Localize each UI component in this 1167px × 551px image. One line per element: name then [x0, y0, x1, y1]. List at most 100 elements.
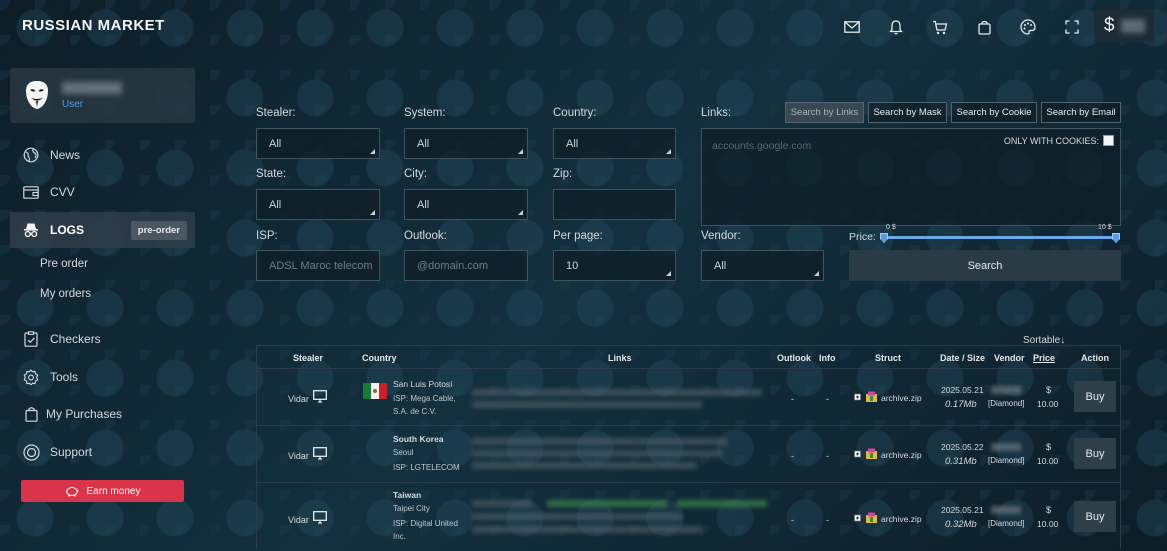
vendor-select[interactable]: All	[701, 250, 824, 281]
incognito-icon	[22, 221, 40, 239]
header-stealer: Stealer	[293, 353, 324, 363]
buy-button[interactable]: Buy	[1074, 381, 1116, 412]
links-blurred	[472, 401, 702, 408]
links-blurred	[677, 500, 767, 507]
links-textarea[interactable]: accounts.google.com ONLY WITH COOKIES:	[701, 128, 1121, 226]
info-value: -	[826, 451, 829, 461]
city-select[interactable]: All	[404, 189, 528, 220]
bell-icon[interactable]	[874, 15, 918, 39]
location-name: San Luis Potosí	[393, 379, 453, 389]
sidebar-item-my-purchases[interactable]: My Purchases	[10, 396, 195, 432]
results-table: Stealer Country Links Outlook Info Struc…	[256, 345, 1121, 549]
sidebar-item-cvv[interactable]: CVV	[10, 174, 195, 210]
search-by-cookie-button[interactable]: Search by Cookie	[951, 102, 1037, 123]
price-min-handle[interactable]	[880, 233, 888, 243]
search-by-email-button[interactable]: Search by Email	[1041, 102, 1121, 123]
price-min-label: 0 $	[886, 224, 896, 231]
sidebar-item-support[interactable]: Support	[10, 434, 195, 470]
outlook-value: -	[791, 451, 794, 461]
isp-line: ISP: Digital United	[393, 519, 458, 528]
sidebar-item-news[interactable]: News	[10, 137, 195, 173]
user-card[interactable]: User	[10, 68, 195, 123]
location-name: Taiwan	[393, 490, 422, 500]
cart-icon[interactable]	[918, 15, 962, 39]
palette-icon[interactable]	[1006, 15, 1050, 39]
isp-input[interactable]: ADSL Maroc telecom	[256, 250, 380, 281]
table-row: Vidar Taiwan Taipei City ISP: Digital Un…	[257, 483, 1120, 549]
outlook-label: Outlook:	[404, 230, 447, 242]
user-role: User	[62, 99, 84, 110]
links-blurred	[472, 389, 762, 396]
sidebar-item-logs[interactable]: LOGS pre-order	[10, 212, 195, 248]
earn-money-label: Earn money	[86, 485, 141, 497]
size-value: 0.32Mb	[945, 519, 977, 530]
only-cookies-checkbox[interactable]	[1103, 135, 1114, 146]
outlook-value: -	[791, 394, 794, 404]
vendor-rank[interactable]: [Diamond]	[988, 399, 1024, 408]
buy-button[interactable]: Buy	[1074, 501, 1116, 532]
per-page-select[interactable]: 10	[553, 250, 676, 281]
state-select[interactable]: All	[256, 189, 380, 220]
date-value: 2025.05.21	[941, 385, 984, 395]
outlook-value: -	[791, 515, 794, 525]
price-slider-track[interactable]	[884, 236, 1117, 239]
header-action: Action	[1081, 353, 1109, 363]
fullscreen-icon[interactable]	[1050, 15, 1094, 39]
header-price-sortable[interactable]: Price	[1033, 353, 1055, 363]
sidebar-item-tools[interactable]: Tools	[10, 359, 195, 395]
zip-input[interactable]	[553, 189, 676, 220]
bag-icon[interactable]	[962, 15, 1006, 39]
outlook-input[interactable]: @domain.com	[404, 250, 528, 281]
vendor-name-blurred	[991, 443, 1021, 451]
search-by-mask-button[interactable]: Search by Mask	[868, 102, 947, 123]
struct-file[interactable]: archive.zip	[881, 393, 922, 403]
search-by-links-button[interactable]: Search by Links	[785, 102, 864, 123]
city-name: Taipei City	[393, 504, 430, 513]
sidebar-label: CVV	[50, 185, 75, 199]
folder-tree-icon	[854, 448, 878, 462]
struct-file[interactable]: archive.zip	[881, 514, 922, 524]
price-max-label: 10 $	[1098, 224, 1112, 231]
earn-money-button[interactable]: Earn money	[21, 480, 184, 502]
stealer-label: Stealer:	[256, 107, 296, 119]
sidebar-subitem-my-orders[interactable]: My orders	[40, 288, 91, 300]
header-vendor: Vendor	[994, 353, 1025, 363]
price-label: Price:	[849, 231, 876, 243]
search-button[interactable]: Search	[849, 250, 1121, 281]
sidebar-label: Checkers	[50, 332, 101, 346]
vendor-rank[interactable]: [Diamond]	[988, 456, 1024, 465]
brand-logo[interactable]: RUSSIAN MARKET	[22, 17, 165, 34]
price-currency: $	[1046, 385, 1052, 395]
balance-button[interactable]: $	[1094, 10, 1154, 42]
links-blurred	[472, 500, 532, 507]
system-label: System:	[404, 107, 446, 119]
only-cookies-toggle: ONLY WITH COOKIES:	[1004, 135, 1114, 146]
shopping-bag-icon	[22, 405, 40, 423]
top-icons	[830, 15, 1094, 39]
balance-amount-blurred	[1120, 19, 1145, 33]
stealer-select[interactable]: All	[256, 128, 380, 159]
struct-file[interactable]: archive.zip	[881, 450, 922, 460]
sidebar-item-checkers[interactable]: Checkers	[10, 321, 195, 357]
links-placeholder: accounts.google.com	[712, 140, 812, 152]
country-select[interactable]: All	[553, 128, 676, 159]
city-name: Seoul	[393, 448, 414, 457]
sidebar-subitem-pre-order[interactable]: Pre order	[40, 258, 88, 270]
links-label: Links:	[701, 107, 732, 119]
folder-tree-icon	[854, 391, 878, 405]
sidebar-label: LOGS	[50, 223, 85, 237]
mail-icon[interactable]	[830, 15, 874, 39]
username-blurred	[62, 82, 122, 94]
header-outlook: Outlook	[777, 353, 811, 363]
price-max-handle[interactable]	[1112, 233, 1120, 243]
price-value: 10.00	[1037, 456, 1059, 466]
pre-order-badge[interactable]: pre-order	[130, 221, 187, 240]
buy-button[interactable]: Buy	[1074, 438, 1116, 469]
isp-label: ISP:	[256, 230, 278, 242]
vendor-name-blurred	[991, 386, 1021, 394]
stealer-name: Vidar	[288, 394, 309, 404]
vendor-rank[interactable]: [Diamond]	[988, 519, 1024, 528]
system-select[interactable]: All	[404, 128, 528, 159]
links-blurred	[472, 526, 702, 533]
only-cookies-label: ONLY WITH COOKIES:	[1003, 135, 1099, 146]
